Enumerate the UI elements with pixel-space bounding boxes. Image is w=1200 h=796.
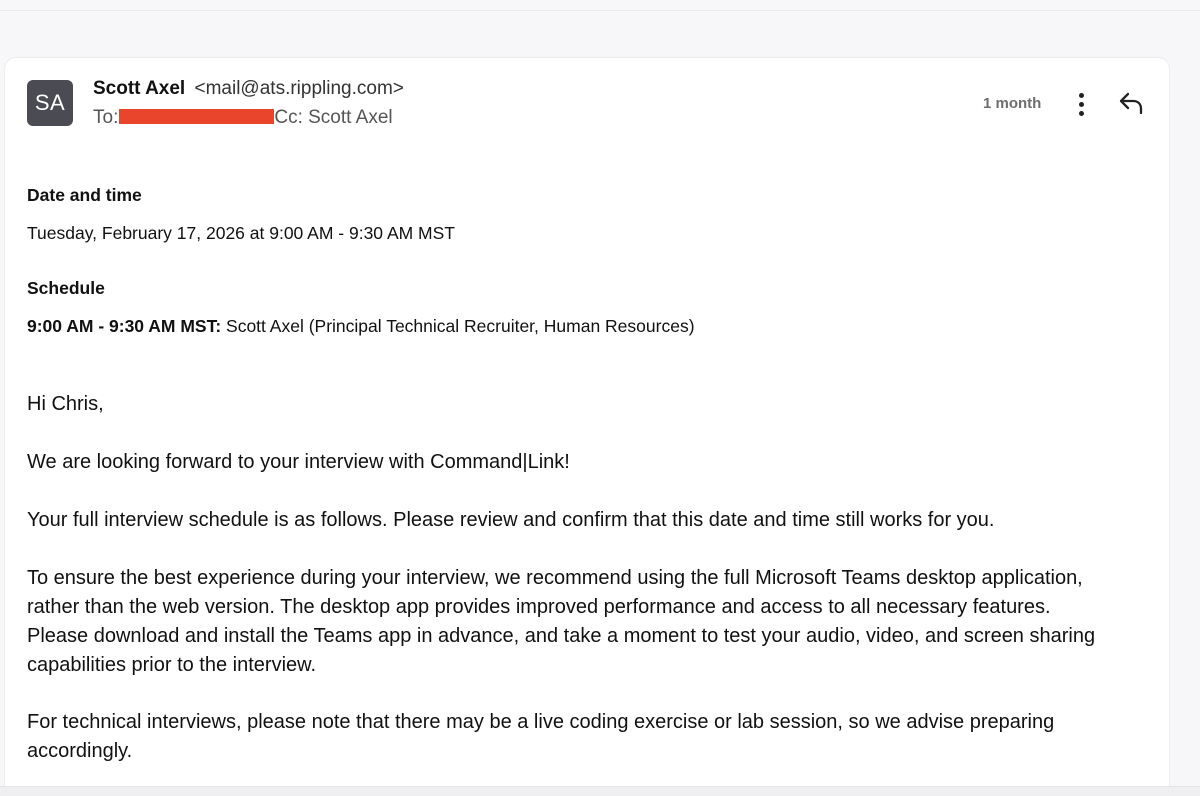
paragraph-schedule: Your full interview schedule is as follo… — [27, 509, 995, 531]
date-heading: Date and time — [27, 185, 142, 205]
sender-line: Scott Axel <mail@ats.rippling.com> — [93, 78, 404, 100]
schedule-person: Scott Axel (Principal Technical Recruite… — [226, 316, 695, 336]
reply-icon[interactable] — [1117, 90, 1147, 116]
schedule-time: 9:00 AM - 9:30 AM MST: — [27, 316, 222, 336]
email-card: SA Scott Axel <mail@ats.rippling.com> To… — [4, 57, 1170, 796]
paragraph-intro: We are looking forward to your interview… — [27, 451, 570, 473]
schedule-heading: Schedule — [27, 278, 105, 298]
paragraph-line: rather than the web version. The desktop… — [27, 596, 1051, 618]
paragraph-line: Please download and install the Teams ap… — [27, 625, 1096, 647]
sender-email: <mail@ats.rippling.com> — [194, 78, 404, 99]
paragraph-line: For technical interviews, please note th… — [27, 711, 1055, 733]
paragraph-line: capabilities prior to the interview. — [27, 654, 317, 676]
to-label: To: — [93, 107, 119, 128]
cc-label: Cc: Scott Axel — [274, 107, 393, 128]
redacted-recipient — [119, 109, 275, 124]
sender-name[interactable]: Scott Axel — [93, 78, 185, 99]
avatar: SA — [27, 80, 73, 126]
recipients-line: To: Cc: Scott Axel — [93, 107, 393, 129]
greeting: Hi Chris, — [27, 393, 104, 415]
date-value: Tuesday, February 17, 2026 at 9:00 AM - … — [27, 223, 455, 243]
top-bar — [0, 0, 1200, 11]
more-vertical-icon[interactable] — [1071, 89, 1091, 119]
paragraph-line: accordingly. — [27, 740, 133, 762]
paragraph-technical: For technical interviews, please note th… — [27, 708, 1155, 766]
bottom-strip — [0, 786, 1200, 796]
paragraph-line: To ensure the best experience during you… — [27, 567, 1083, 589]
paragraph-teams: To ensure the best experience during you… — [27, 564, 1155, 680]
timestamp: 1 month — [983, 95, 1042, 112]
schedule-entry: 9:00 AM - 9:30 AM MST: Scott Axel (Princ… — [27, 316, 695, 337]
